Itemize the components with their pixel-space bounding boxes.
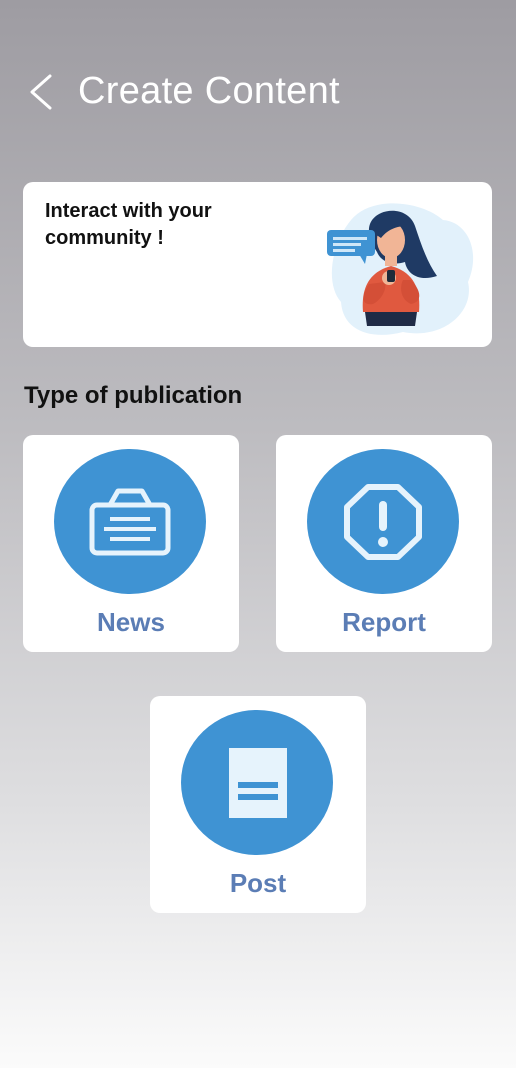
report-icon-circle (307, 449, 459, 594)
chevron-left-icon (30, 74, 52, 110)
news-sign-icon (89, 488, 171, 556)
section-title: Type of publication (24, 382, 243, 409)
report-card[interactable]: Report (276, 435, 492, 652)
report-label: Report (342, 607, 426, 637)
back-button[interactable] (26, 72, 62, 112)
news-card[interactable]: News (23, 435, 239, 652)
header: Create Content (0, 0, 516, 180)
document-icon (229, 748, 287, 818)
page-title: Create Content (78, 70, 340, 112)
news-icon-circle (54, 449, 206, 594)
news-label: News (97, 607, 165, 637)
post-icon-circle (181, 710, 333, 855)
banner-text: Interact with your community ! (45, 200, 212, 249)
post-card[interactable]: Post (150, 696, 366, 913)
community-banner[interactable]: Interact with your community ! (23, 182, 492, 347)
post-label: Post (229, 868, 287, 898)
alert-octagon-icon (344, 484, 422, 560)
woman-chatting-illustration (327, 203, 474, 335)
